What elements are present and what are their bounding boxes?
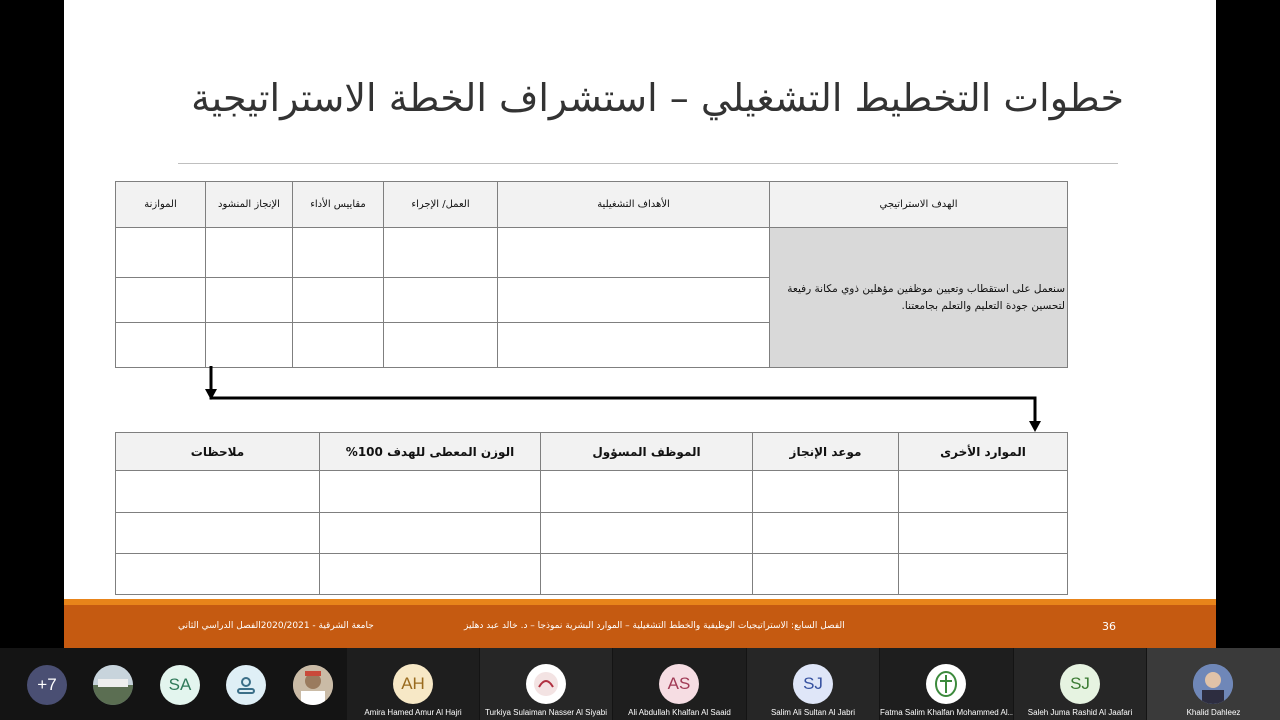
header-due-date: موعد الإنجاز <box>752 432 899 471</box>
table-cell <box>898 512 1068 554</box>
table-cell <box>752 470 899 513</box>
avatar-sa[interactable]: SA <box>160 665 200 705</box>
avatar-initials: SA <box>168 675 192 694</box>
table-cell <box>752 512 899 554</box>
table-cell <box>540 470 753 513</box>
participant-name: Saleh Juma Rashid Al Jaafari <box>1027 708 1133 717</box>
header-other-resources: الموارد الأخرى <box>898 432 1068 471</box>
avatar-ah: AH <box>393 664 433 704</box>
participant-photo-avatar[interactable] <box>93 665 133 705</box>
more-count: +7 <box>37 675 57 694</box>
table-row <box>115 512 1068 554</box>
table-cell <box>115 512 320 554</box>
header-responsible-employee: الموظف المسؤول <box>540 432 753 471</box>
participant-photo-avatar-3 <box>1193 664 1233 704</box>
avatar-as: AS <box>659 664 699 704</box>
participant-logo-avatar <box>926 664 966 704</box>
participant-name: Turkiya Sulaiman Nasser Al Siyabi <box>485 708 607 717</box>
participant-tile[interactable]: Fatma Salim Khalfan Mohammed Al... <box>880 648 1013 720</box>
participant-tile[interactable]: AH Amira Hamed Amur Al Hajri <box>347 648 479 720</box>
participant-tile[interactable]: SJ Saleh Juma Rashid Al Jaafari <box>1014 648 1146 720</box>
participant-photo-avatar-2[interactable] <box>293 665 333 705</box>
table-cell <box>898 470 1068 513</box>
avatar-initials: AH <box>401 674 425 693</box>
logo-icon <box>534 672 558 696</box>
table-row <box>115 470 1068 513</box>
participant-name: Fatma Salim Khalfan Mohammed Al... <box>880 708 1013 717</box>
table-cell <box>752 553 899 595</box>
footer-university-text: جامعة الشرقية - 2020/2021الفصل الدراسي ا… <box>178 621 374 631</box>
table-cell <box>319 512 541 554</box>
person-photo-icon <box>1193 664 1233 704</box>
participant-logo-avatar <box>526 664 566 704</box>
header-notes: ملاحظات <box>115 432 320 471</box>
avatar-initials: AS <box>667 674 691 693</box>
slide-footer: 36 الفصل السابع: الاستراتيجيات الوظيفية … <box>64 605 1216 648</box>
participant-name: Ali Abdullah Khalfan Al Saaid <box>628 708 731 717</box>
avatar-initials: SJ <box>803 674 823 693</box>
participant-tile-active[interactable]: Khalid Dahleez <box>1147 648 1280 720</box>
landscape-photo-icon <box>93 665 133 705</box>
followup-table: الموارد الأخرى موعد الإنجاز الموظف المسؤ… <box>115 432 1068 595</box>
person-photo-icon <box>293 665 333 705</box>
participant-name: Khalid Dahleez <box>1186 708 1241 717</box>
table-cell <box>115 553 320 595</box>
participant-tile[interactable]: SJ Salim Ali Sultan Al Jabri <box>747 648 879 720</box>
user-icon <box>237 677 255 694</box>
participant-tile[interactable]: Turkiya Sulaiman Nasser Al Siyabi <box>480 648 612 720</box>
table-cell <box>540 553 753 595</box>
emblem-icon <box>935 671 957 697</box>
participant-tile[interactable]: AS Ali Abdullah Khalfan Al Saaid <box>613 648 746 720</box>
table-cell <box>540 512 753 554</box>
table-cell <box>319 553 541 595</box>
generic-user-avatar[interactable] <box>226 665 266 705</box>
slide-number: 36 <box>1102 620 1116 633</box>
header-goal-weight: الوزن المعطى للهدف 100% <box>319 432 541 471</box>
participant-name: Salim Ali Sultan Al Jabri <box>770 708 856 717</box>
avatar-sj: SJ <box>793 664 833 704</box>
table-cell <box>319 470 541 513</box>
table-row <box>115 553 1068 595</box>
footer-chapter-text: الفصل السابع: الاستراتيجيات الوظيفية وال… <box>464 621 845 631</box>
table-header-row: الموارد الأخرى موعد الإنجاز الموظف المسؤ… <box>115 432 1068 471</box>
avatar-initials: SJ <box>1070 674 1090 693</box>
table-cell <box>898 553 1068 595</box>
avatar-sj-2: SJ <box>1060 664 1100 704</box>
more-participants-button[interactable]: +7 <box>27 665 67 705</box>
table-cell <box>115 470 320 513</box>
participant-name: Amira Hamed Amur Al Hajri <box>364 708 462 717</box>
